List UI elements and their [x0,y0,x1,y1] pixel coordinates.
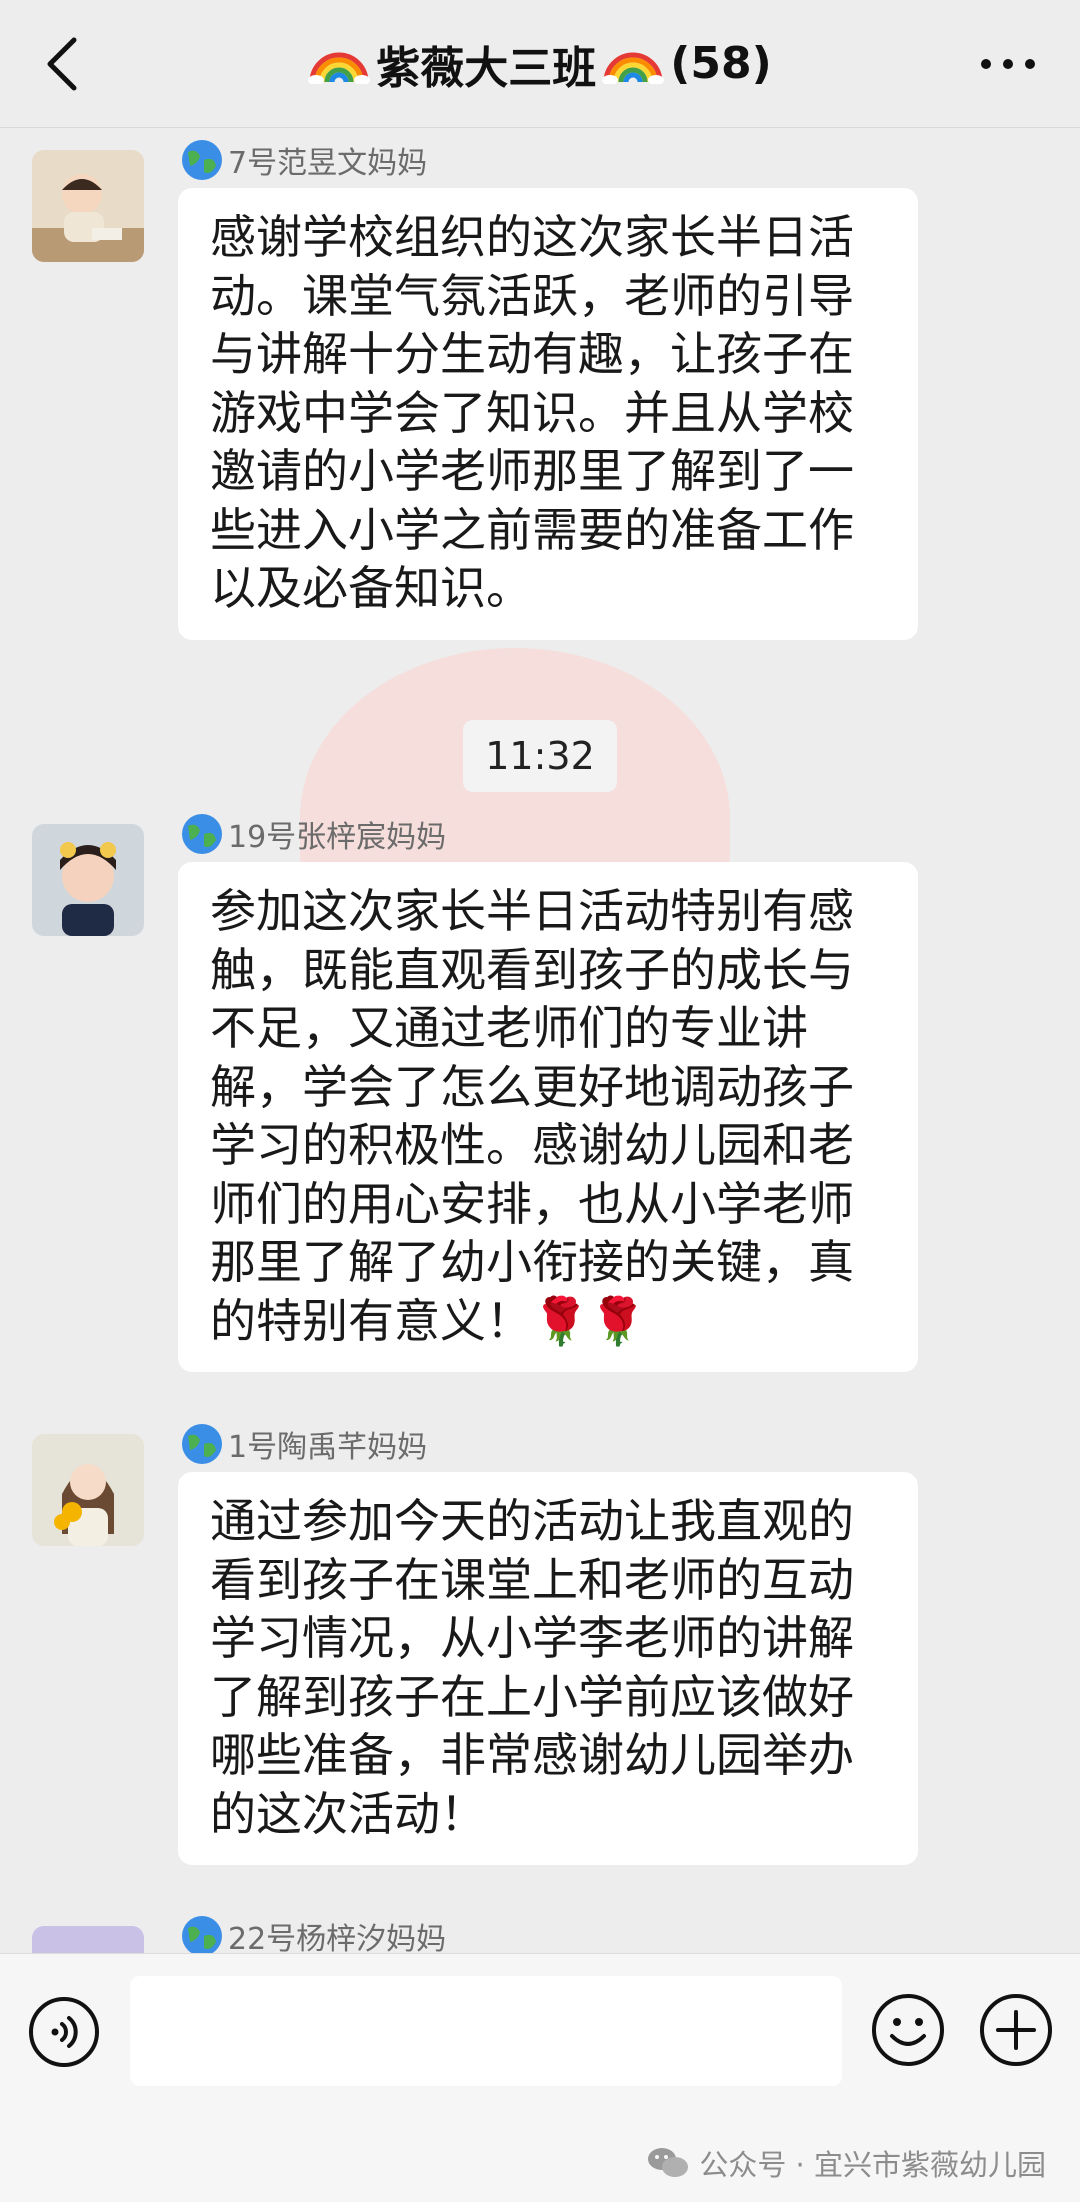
group-name: 紫薇大三班 [376,42,597,94]
timestamp: 11:32 [463,720,617,792]
avatar[interactable] [32,1434,144,1546]
watermark: 公众号 · 宜兴市紫薇幼儿园 [647,2142,1046,2184]
chat-header: 紫薇大三班 (58) [0,0,1080,128]
message-text: 感谢学校组织的这次家长半日活 动。课堂气氛活跃，老师的引导 与讲解十分生动有趣，… [210,210,854,615]
sender-name: 19号张梓宸妈妈 [180,812,446,856]
message-text: 参加这次家长半日活动特别有感 触，既能直观看到孩子的成长与 不足，又通过老师们的… [210,884,854,1348]
back-button[interactable] [40,34,90,94]
avatar[interactable] [32,824,144,936]
chat-title: 紫薇大三班 (58) [308,32,772,96]
message-text: 通过参加今天的活动让我直观的 看到孩子在课堂上和老师的互动 学习情况，从小学李老… [210,1494,854,1841]
watermark-text: 公众号 · 宜兴市紫薇幼儿园 [699,2148,1046,2182]
member-count: (58) [670,38,772,89]
sender-name: 22号杨梓汐妈妈 [180,1914,446,1953]
rainbow-icon [602,52,665,84]
voice-icon[interactable] [28,1996,100,2068]
avatar[interactable] [32,150,144,262]
rose-emoji: 🌹🌹 [532,1293,647,1348]
sender-name: 1号陶禹芊妈妈 [180,1422,427,1466]
avatar[interactable] [32,1926,144,1953]
chat-screen: 紫薇大三班 (58) 7号范昱文妈妈 感谢学校组织的这次家长半日活 动。课堂气氛… [0,0,1080,2202]
message-input[interactable] [130,1976,842,2086]
rainbow-icon [308,52,371,84]
sender-name: 7号范昱文妈妈 [180,138,427,182]
message-bubble[interactable]: 通过参加今天的活动让我直观的 看到孩子在课堂上和老师的互动 学习情况，从小学李老… [178,1472,918,1865]
input-bar: 公众号 · 宜兴市紫薇幼儿园 [0,1953,1080,2202]
message-bubble[interactable]: 感谢学校组织的这次家长半日活 动。课堂气氛活跃，老师的引导 与讲解十分生动有趣，… [178,188,918,640]
plus-icon[interactable] [978,1992,1054,2068]
message-list[interactable]: 7号范昱文妈妈 感谢学校组织的这次家长半日活 动。课堂气氛活跃，老师的引导 与讲… [0,128,1080,1953]
globe-icon [182,140,222,180]
wechat-icon [648,2148,689,2177]
message-bubble[interactable]: 参加这次家长半日活动特别有感 触，既能直观看到孩子的成长与 不足，又通过老师们的… [178,862,918,1372]
globe-icon [182,1916,222,1953]
smiley-icon[interactable] [870,1992,946,2068]
globe-icon [182,1424,222,1464]
timestamp-row: 11:32 [0,720,1080,792]
more-button[interactable] [976,44,1040,84]
globe-icon [182,814,222,854]
